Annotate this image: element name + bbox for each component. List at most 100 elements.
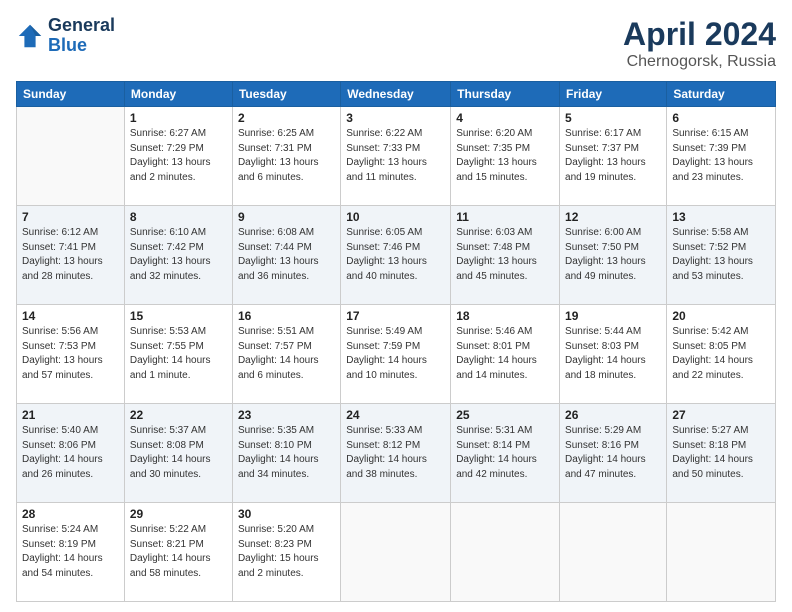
day-number: 18 xyxy=(456,309,554,323)
table-row: 14 Sunrise: 5:56 AM Sunset: 7:53 PM Dayli… xyxy=(17,305,125,404)
day-number: 28 xyxy=(22,507,119,521)
day-info: Sunrise: 5:35 AM Sunset: 8:10 PM Dayligh… xyxy=(238,424,335,482)
table-row: 11 Sunrise: 6:03 AM Sunset: 7:48 PM Dayli… xyxy=(451,206,560,305)
day-number: 14 xyxy=(22,309,119,323)
day-number: 24 xyxy=(346,408,445,422)
calendar-title: April 2024 xyxy=(623,16,776,53)
table-row xyxy=(667,503,776,602)
day-info: Sunrise: 6:25 AM Sunset: 7:31 PM Dayligh… xyxy=(238,127,335,185)
day-number: 3 xyxy=(346,111,445,125)
table-row: 4 Sunrise: 6:20 AM Sunset: 7:35 PM Daylig… xyxy=(451,107,560,206)
day-info: Sunrise: 5:33 AM Sunset: 8:12 PM Dayligh… xyxy=(346,424,445,482)
day-info: Sunrise: 6:12 AM Sunset: 7:41 PM Dayligh… xyxy=(22,226,119,284)
header: General Blue April 2024 Chernogorsk, Rus… xyxy=(16,16,776,71)
day-number: 4 xyxy=(456,111,554,125)
table-row: 18Sunrise: 5:46 AM Sunset: 8:01 PM Dayli… xyxy=(451,305,560,404)
table-row: 22 Sunrise: 5:37 AM Sunset: 8:08 PM Dayli… xyxy=(124,404,232,503)
day-number: 11 xyxy=(456,210,554,224)
calendar-week-row: 28 Sunrise: 5:24 AM Sunset: 8:19 PM Dayli… xyxy=(17,503,776,602)
table-row: 5 Sunrise: 6:17 AM Sunset: 7:37 PM Daylig… xyxy=(560,107,667,206)
day-info: Sunrise: 5:56 AM Sunset: 7:53 PM Dayligh… xyxy=(22,325,119,383)
day-info: Sunrise: 5:20 AM Sunset: 8:23 PM Dayligh… xyxy=(238,523,335,581)
day-number: 1 xyxy=(130,111,227,125)
day-number: 2 xyxy=(238,111,335,125)
day-info: Sunrise: 5:37 AM Sunset: 8:08 PM Dayligh… xyxy=(130,424,227,482)
calendar-week-row: 14 Sunrise: 5:56 AM Sunset: 7:53 PM Dayli… xyxy=(17,305,776,404)
header-tuesday: Tuesday xyxy=(232,82,340,107)
logo: General Blue xyxy=(16,16,115,56)
table-row: 27Sunrise: 5:27 AM Sunset: 8:18 PM Dayli… xyxy=(667,404,776,503)
header-sunday: Sunday xyxy=(17,82,125,107)
table-row xyxy=(17,107,125,206)
day-number: 6 xyxy=(672,111,770,125)
title-block: April 2024 Chernogorsk, Russia xyxy=(623,16,776,71)
table-row: 7 Sunrise: 6:12 AM Sunset: 7:41 PM Daylig… xyxy=(17,206,125,305)
day-number: 22 xyxy=(130,408,227,422)
table-row xyxy=(341,503,451,602)
table-row: 9Sunrise: 6:08 AM Sunset: 7:44 PM Daylig… xyxy=(232,206,340,305)
day-info: Sunrise: 6:20 AM Sunset: 7:35 PM Dayligh… xyxy=(456,127,554,185)
day-info: Sunrise: 6:17 AM Sunset: 7:37 PM Dayligh… xyxy=(565,127,661,185)
table-row: 21Sunrise: 5:40 AM Sunset: 8:06 PM Dayli… xyxy=(17,404,125,503)
header-saturday: Saturday xyxy=(667,82,776,107)
day-info: Sunrise: 6:10 AM Sunset: 7:42 PM Dayligh… xyxy=(130,226,227,284)
table-row: 20Sunrise: 5:42 AM Sunset: 8:05 PM Dayli… xyxy=(667,305,776,404)
day-number: 19 xyxy=(565,309,661,323)
day-info: Sunrise: 5:58 AM Sunset: 7:52 PM Dayligh… xyxy=(672,226,770,284)
day-number: 12 xyxy=(565,210,661,224)
table-row: 24 Sunrise: 5:33 AM Sunset: 8:12 PM Dayli… xyxy=(341,404,451,503)
table-row: 10 Sunrise: 6:05 AM Sunset: 7:46 PM Dayli… xyxy=(341,206,451,305)
calendar-week-row: 7 Sunrise: 6:12 AM Sunset: 7:41 PM Daylig… xyxy=(17,206,776,305)
calendar-week-row: 21Sunrise: 5:40 AM Sunset: 8:06 PM Dayli… xyxy=(17,404,776,503)
day-info: Sunrise: 6:05 AM Sunset: 7:46 PM Dayligh… xyxy=(346,226,445,284)
calendar-table: Sunday Monday Tuesday Wednesday Thursday… xyxy=(16,81,776,602)
table-row: 13 Sunrise: 5:58 AM Sunset: 7:52 PM Dayli… xyxy=(667,206,776,305)
day-number: 25 xyxy=(456,408,554,422)
day-info: Sunrise: 5:31 AM Sunset: 8:14 PM Dayligh… xyxy=(456,424,554,482)
day-number: 7 xyxy=(22,210,119,224)
day-info: Sunrise: 6:08 AM Sunset: 7:44 PM Dayligh… xyxy=(238,226,335,284)
logo-general: General xyxy=(48,15,115,35)
day-info: Sunrise: 6:27 AM Sunset: 7:29 PM Dayligh… xyxy=(130,127,227,185)
day-number: 10 xyxy=(346,210,445,224)
day-number: 26 xyxy=(565,408,661,422)
calendar-week-row: 1 Sunrise: 6:27 AM Sunset: 7:29 PM Daylig… xyxy=(17,107,776,206)
day-info: Sunrise: 6:00 AM Sunset: 7:50 PM Dayligh… xyxy=(565,226,661,284)
day-info: Sunrise: 5:53 AM Sunset: 7:55 PM Dayligh… xyxy=(130,325,227,383)
header-wednesday: Wednesday xyxy=(341,82,451,107)
day-info: Sunrise: 6:15 AM Sunset: 7:39 PM Dayligh… xyxy=(672,127,770,185)
table-row: 15Sunrise: 5:53 AM Sunset: 7:55 PM Dayli… xyxy=(124,305,232,404)
header-thursday: Thursday xyxy=(451,82,560,107)
day-number: 8 xyxy=(130,210,227,224)
page: General Blue April 2024 Chernogorsk, Rus… xyxy=(0,0,792,612)
day-info: Sunrise: 5:29 AM Sunset: 8:16 PM Dayligh… xyxy=(565,424,661,482)
table-row: 26 Sunrise: 5:29 AM Sunset: 8:16 PM Dayli… xyxy=(560,404,667,503)
day-number: 20 xyxy=(672,309,770,323)
day-info: Sunrise: 6:03 AM Sunset: 7:48 PM Dayligh… xyxy=(456,226,554,284)
table-row: 29Sunrise: 5:22 AM Sunset: 8:21 PM Dayli… xyxy=(124,503,232,602)
table-row: 23 Sunrise: 5:35 AM Sunset: 8:10 PM Dayli… xyxy=(232,404,340,503)
day-info: Sunrise: 5:22 AM Sunset: 8:21 PM Dayligh… xyxy=(130,523,227,581)
day-info: Sunrise: 5:51 AM Sunset: 7:57 PM Dayligh… xyxy=(238,325,335,383)
header-monday: Monday xyxy=(124,82,232,107)
day-number: 23 xyxy=(238,408,335,422)
day-info: Sunrise: 5:24 AM Sunset: 8:19 PM Dayligh… xyxy=(22,523,119,581)
day-number: 5 xyxy=(565,111,661,125)
logo-blue: Blue xyxy=(48,35,87,55)
table-row: 17Sunrise: 5:49 AM Sunset: 7:59 PM Dayli… xyxy=(341,305,451,404)
table-row: 1 Sunrise: 6:27 AM Sunset: 7:29 PM Daylig… xyxy=(124,107,232,206)
table-row xyxy=(451,503,560,602)
table-row: 16Sunrise: 5:51 AM Sunset: 7:57 PM Dayli… xyxy=(232,305,340,404)
table-row: 28 Sunrise: 5:24 AM Sunset: 8:19 PM Dayli… xyxy=(17,503,125,602)
table-row: 2 Sunrise: 6:25 AM Sunset: 7:31 PM Daylig… xyxy=(232,107,340,206)
table-row xyxy=(560,503,667,602)
table-row: 12 Sunrise: 6:00 AM Sunset: 7:50 PM Dayli… xyxy=(560,206,667,305)
day-number: 13 xyxy=(672,210,770,224)
day-info: Sunrise: 5:27 AM Sunset: 8:18 PM Dayligh… xyxy=(672,424,770,482)
logo-icon xyxy=(16,22,44,50)
day-info: Sunrise: 5:44 AM Sunset: 8:03 PM Dayligh… xyxy=(565,325,661,383)
header-friday: Friday xyxy=(560,82,667,107)
day-info: Sunrise: 5:40 AM Sunset: 8:06 PM Dayligh… xyxy=(22,424,119,482)
day-info: Sunrise: 5:49 AM Sunset: 7:59 PM Dayligh… xyxy=(346,325,445,383)
day-info: Sunrise: 6:22 AM Sunset: 7:33 PM Dayligh… xyxy=(346,127,445,185)
